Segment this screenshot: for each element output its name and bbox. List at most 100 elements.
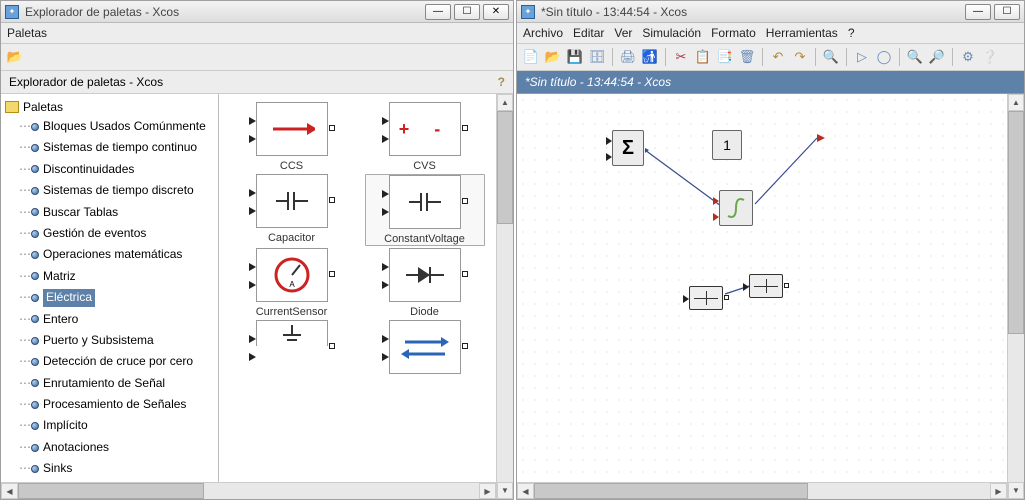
saveas-icon[interactable]: 🗄 <box>587 47 607 67</box>
block-thumbnail[interactable] <box>232 320 352 378</box>
block-thumbnail[interactable]: Diode <box>365 248 485 318</box>
help-icon[interactable]: ❔ <box>980 47 1000 67</box>
thumbnail-label: Diode <box>410 306 439 318</box>
scroll-left-icon[interactable]: ◀ <box>517 483 534 499</box>
tree-item[interactable]: ⋯Operaciones matemáticas <box>1 244 218 265</box>
tree-item[interactable]: ⋯Sinks <box>1 458 218 479</box>
expand-icon: ⋯ <box>19 118 29 135</box>
open-icon[interactable]: 📂 <box>5 47 25 67</box>
scroll-track-h[interactable] <box>204 483 479 499</box>
scroll-up-icon[interactable]: ▲ <box>1008 94 1024 111</box>
tree-item[interactable]: ⋯Sistemas de tiempo continuo <box>1 137 218 158</box>
tree-item[interactable]: ⋯Gestión de eventos <box>1 223 218 244</box>
minimize-button[interactable]: — <box>965 4 991 20</box>
paste-icon[interactable]: 📑 <box>715 47 735 67</box>
tree-item[interactable]: ⋯Eléctrica <box>1 287 218 308</box>
scroll-down-icon[interactable]: ▼ <box>497 482 513 499</box>
minimize-button[interactable]: — <box>425 4 451 20</box>
scroll-thumb-h[interactable] <box>534 483 808 499</box>
play-icon[interactable]: ▷ <box>852 47 872 67</box>
tree-root[interactable]: Paletas <box>1 98 218 116</box>
menu-herramientas[interactable]: Herramientas <box>766 26 838 40</box>
block-thumbnail[interactable]: + -CVS <box>365 102 485 172</box>
print-icon[interactable]: 🖨 <box>618 47 638 67</box>
new-icon[interactable]: 📄 <box>521 47 541 67</box>
tree-item[interactable]: ⋯Bloques Usados Comúnmente <box>1 116 218 137</box>
scroll-up-icon[interactable]: ▲ <box>497 94 513 111</box>
menubar: Paletas <box>1 23 513 44</box>
expand-icon: ⋯ <box>19 460 29 477</box>
sigma-block[interactable]: Σ <box>612 130 644 166</box>
titlebar[interactable]: *Sin título - 13:44:54 - Xcos — ☐ <box>517 1 1024 23</box>
tree-item[interactable]: ⋯Anotaciones <box>1 437 218 458</box>
scroll-left-icon[interactable]: ◀ <box>1 483 18 499</box>
canvas-scrollbar-horizontal[interactable]: ◀ ▶ <box>517 482 1007 499</box>
fit-icon[interactable]: 🔍 <box>821 47 841 67</box>
menu-ver[interactable]: Ver <box>614 26 632 40</box>
menu-archivo[interactable]: Archivo <box>523 26 563 40</box>
scrollbar-horizontal[interactable]: ◀ ▶ <box>1 482 496 499</box>
help-icon[interactable]: ? <box>498 75 505 89</box>
copy-icon[interactable]: 📋 <box>693 47 713 67</box>
canvas-tab-title: *Sin título - 13:44:54 - Xcos <box>525 75 671 89</box>
menu-formato[interactable]: Formato <box>711 26 756 40</box>
scroll-down-icon[interactable]: ▼ <box>1008 482 1024 499</box>
tree-item[interactable]: ⋯Detección de cruce por cero <box>1 351 218 372</box>
close-button[interactable]: ✕ <box>483 4 509 20</box>
block-thumbnail[interactable] <box>365 320 485 378</box>
open-icon[interactable]: 📂 <box>543 47 563 67</box>
scroll-track[interactable] <box>1008 334 1024 482</box>
tree-item[interactable]: ⋯Sistemas de tiempo discreto <box>1 180 218 201</box>
scroll-right-icon[interactable]: ▶ <box>990 483 1007 499</box>
capacitor-block-2[interactable] <box>749 274 783 298</box>
stop-icon[interactable]: ◯ <box>874 47 894 67</box>
tree-item[interactable]: ⋯Implícito <box>1 415 218 436</box>
scroll-right-icon[interactable]: ▶ <box>479 483 496 499</box>
tree-item[interactable]: ⋯Puerto y Subsistema <box>1 330 218 351</box>
expand-icon: ⋯ <box>19 396 29 413</box>
tree-item[interactable]: ⋯Procesamiento de Señales <box>1 394 218 415</box>
thumbnail-label: Capacitor <box>268 232 315 244</box>
diagram-canvas[interactable]: Σ 1 ▲ <box>517 94 1024 499</box>
canvas-scrollbar-vertical[interactable]: ▲ ▼ <box>1007 94 1024 499</box>
menu-simulacion[interactable]: Simulación <box>642 26 701 40</box>
scroll-thumb[interactable] <box>1008 111 1024 334</box>
scrollbar-vertical[interactable]: ▲ ▼ <box>496 94 513 499</box>
dump-icon[interactable]: 🚮 <box>640 47 660 67</box>
tree-item[interactable]: ⋯Enrutamiento de Señal <box>1 373 218 394</box>
capacitor-block-1[interactable] <box>689 286 723 310</box>
bullet-icon <box>31 444 39 452</box>
tree-item[interactable]: ⋯Entero <box>1 309 218 330</box>
one-block[interactable]: 1 <box>712 130 742 160</box>
tree-item[interactable]: ⋯Buscar Tablas <box>1 202 218 223</box>
settings-icon[interactable]: ⚙ <box>958 47 978 67</box>
block-thumbnail[interactable]: ConstantVoltage <box>365 174 485 246</box>
block-thumbnail[interactable]: Capacitor <box>232 174 352 246</box>
scroll-thumb[interactable] <box>497 111 513 224</box>
maximize-button[interactable]: ☐ <box>994 4 1020 20</box>
expand-icon: ⋯ <box>19 204 29 221</box>
tree-item[interactable]: ⋯Discontinuidades <box>1 159 218 180</box>
titlebar[interactable]: Explorador de paletas - Xcos — ☐ ✕ <box>1 1 513 23</box>
block-thumbnail[interactable]: CCS <box>232 102 352 172</box>
undo-icon[interactable]: ↶ <box>768 47 788 67</box>
cut-icon[interactable]: ✂ <box>671 47 691 67</box>
bullet-icon <box>31 465 39 473</box>
block-thumbnail[interactable]: ACurrentSensor <box>232 248 352 318</box>
redo-icon[interactable]: ↷ <box>790 47 810 67</box>
integrator-block[interactable] <box>719 190 753 226</box>
scroll-track-h[interactable] <box>808 483 990 499</box>
menu-paletas[interactable]: Paletas <box>7 26 47 40</box>
canvas-tab[interactable]: *Sin título - 13:44:54 - Xcos <box>517 71 1024 94</box>
maximize-button[interactable]: ☐ <box>454 4 480 20</box>
save-icon[interactable]: 💾 <box>565 47 585 67</box>
tree-item[interactable]: ⋯Matriz <box>1 266 218 287</box>
zoomout-icon[interactable]: 🔎 <box>927 47 947 67</box>
scroll-thumb-h[interactable] <box>18 483 204 499</box>
menu-editar[interactable]: Editar <box>573 26 604 40</box>
scroll-track[interactable] <box>497 224 513 482</box>
menubar: Archivo Editar Ver Simulación Formato He… <box>517 23 1024 44</box>
delete-icon[interactable]: 🗑 <box>737 47 757 67</box>
zoomin-icon[interactable]: 🔍 <box>905 47 925 67</box>
menu-help[interactable]: ? <box>848 26 855 40</box>
